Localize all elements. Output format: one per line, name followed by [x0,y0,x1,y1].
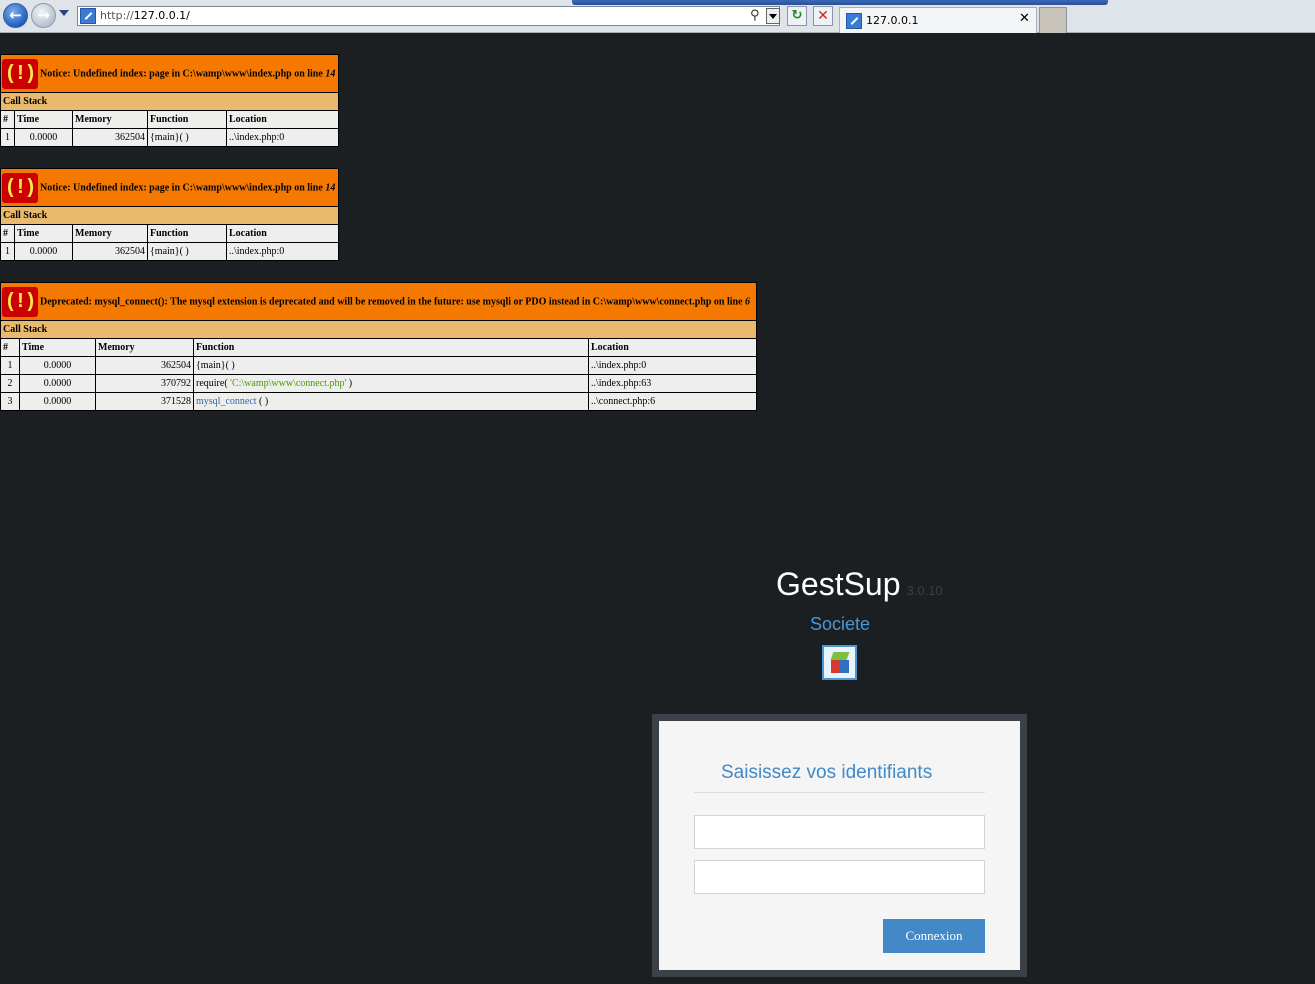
stop-button[interactable]: ✕ [813,6,833,26]
error-line-number: 6 [745,295,751,307]
app-version: 3.0.10 [906,583,943,598]
forward-arrow-icon: → [37,6,50,24]
refresh-button[interactable]: ↻ [787,6,807,26]
error-message: Notice: Undefined index: page in C:\wamp… [40,182,326,193]
col-header-function: Function [193,338,589,357]
app-name: GestSup [776,566,901,602]
col-header-memory: Memory [72,110,148,129]
col-header-location: Location [226,224,339,243]
new-tab-button[interactable] [1039,7,1067,33]
col-header-time: Time [14,110,73,129]
company-name: Societe [809,614,871,634]
call-stack-label: Call Stack [0,320,757,339]
tab-title: 127.0.0.1 [866,14,919,27]
error-message: Deprecated: mysql_connect(): The mysql e… [40,296,746,307]
error-line-number: 14 [325,67,336,79]
table-row: 1 0.0000 362504 {main}( ) ..\index.php:0 [0,356,757,375]
function-doc-link[interactable]: mysql_connect [196,396,257,407]
password-input[interactable] [694,860,985,894]
call-stack-label: Call Stack [0,92,339,111]
back-button[interactable]: ← [3,3,28,28]
login-button[interactable]: Connexion [883,919,985,953]
col-header-function: Function [147,110,227,129]
company-logo-icon [822,645,857,680]
col-header-location: Location [588,338,757,357]
login-form: Saisissez vos identifiants Connexion [652,714,1027,977]
col-header-index: # [0,338,20,357]
table-row: 1 0.0000 362504 {main}( ) ..\index.php:0 [0,128,339,147]
error-icon: ( ! ) [2,172,38,203]
address-bar[interactable]: http://127.0.0.1/ ⚲ [77,6,780,26]
error-icon: ( ! ) [2,58,38,89]
col-header-memory: Memory [95,338,194,357]
col-header-index: # [0,110,15,129]
col-header-function: Function [147,224,227,243]
history-dropdown-icon[interactable] [59,10,69,16]
col-header-time: Time [19,338,96,357]
title-bar-strip [572,0,1108,5]
back-arrow-icon: ← [9,6,22,24]
php-error-deprecated: ( ! ) Deprecated: mysql_connect(): The my… [0,282,757,411]
col-header-time: Time [14,224,73,243]
col-header-memory: Memory [72,224,148,243]
page-favicon-icon [80,8,96,24]
table-row: 1 0.0000 362504 {main}( ) ..\index.php:0 [0,242,339,261]
table-row: 3 0.0000 371528 mysql_connect ( ) ..\con… [0,392,757,411]
php-error-notice-2: ( ! ) Notice: Undefined index: page in C:… [0,168,339,261]
php-error-notice-1: ( ! ) Notice: Undefined index: page in C:… [0,54,339,147]
browser-toolbar: ← → http://127.0.0.1/ ⚲ ↻ ✕ 127.0.0.1 ✕ [0,0,1315,33]
string-argument: 'C:\wamp\www\connect.php' [230,378,347,389]
error-line-number: 14 [325,181,336,193]
error-message: Notice: Undefined index: page in C:\wamp… [40,68,326,79]
col-header-index: # [0,224,15,243]
divider [694,792,985,793]
address-url[interactable]: http://127.0.0.1/ [100,9,190,22]
tab-close-icon[interactable]: ✕ [1019,11,1030,26]
col-header-location: Location [226,110,339,129]
tab-favicon-icon [846,13,862,29]
forward-button[interactable]: → [31,3,56,28]
call-stack-label: Call Stack [0,206,339,225]
error-icon: ( ! ) [2,286,38,317]
search-icon[interactable]: ⚲ [750,8,760,23]
table-row: 2 0.0000 370792 require( 'C:\wamp\www\co… [0,374,757,393]
login-title: Saisissez vos identifiants [721,762,933,783]
browser-tab-active[interactable]: 127.0.0.1 ✕ [839,7,1037,33]
app-brand: GestSup 3.0.10 [776,566,1036,603]
username-input[interactable] [694,815,985,849]
address-dropdown-icon[interactable] [766,8,780,24]
